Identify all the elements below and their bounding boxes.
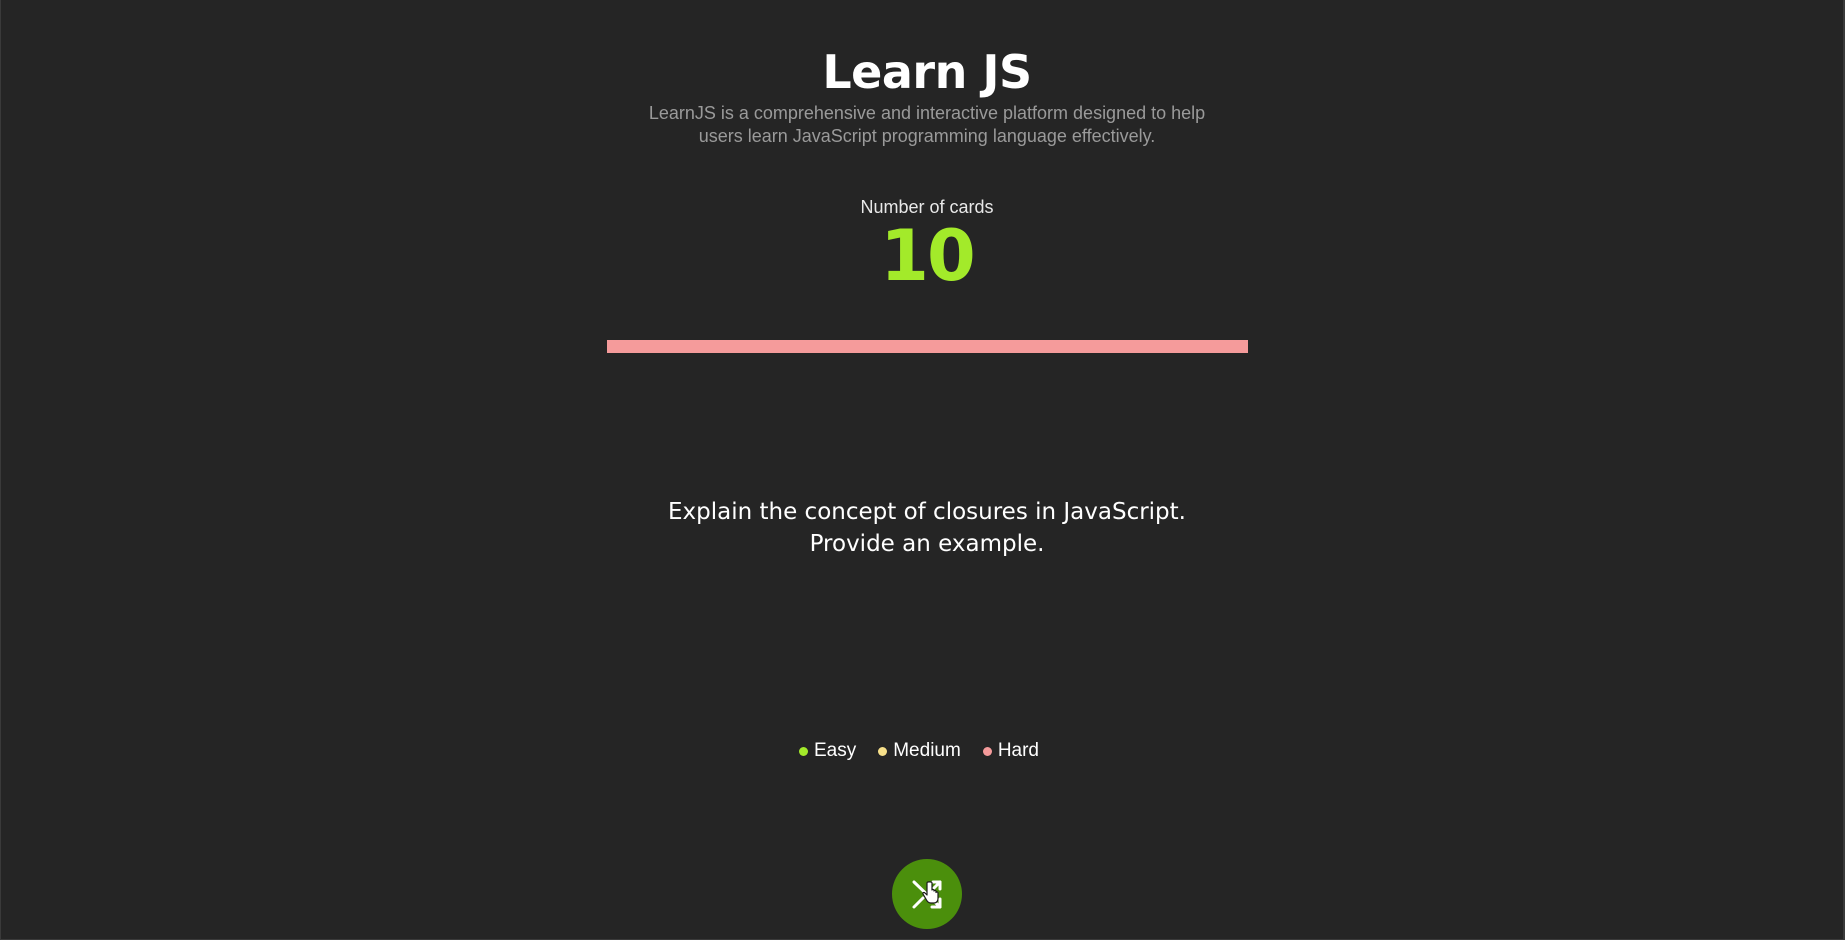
difficulty-progress-bar bbox=[607, 340, 1248, 353]
page-subtitle: LearnJS is a comprehensive and interacti… bbox=[648, 103, 1206, 146]
medium-dot-icon bbox=[878, 746, 888, 756]
card-counter: Number of cards 10 bbox=[0, 196, 1845, 296]
legend-item-hard: Hard bbox=[982, 740, 1039, 762]
flashcard-question[interactable]: Explain the concept of closures in JavaS… bbox=[0, 496, 1845, 560]
hard-dot-icon bbox=[982, 746, 992, 756]
legend-label-easy: Easy bbox=[813, 740, 857, 761]
shuffle-icon bbox=[912, 880, 942, 909]
difficulty-legend: Easy Medium Hard bbox=[0, 740, 1838, 762]
difficulty-progress-fill bbox=[607, 340, 1248, 353]
easy-dot-icon bbox=[798, 746, 808, 756]
shuffle-button[interactable] bbox=[892, 859, 962, 929]
page: Learn JS LearnJS is a comprehensive and … bbox=[0, 0, 1845, 940]
header: Learn JS LearnJS is a comprehensive and … bbox=[0, 44, 1845, 148]
legend-item-medium: Medium bbox=[878, 740, 961, 762]
legend-label-medium: Medium bbox=[893, 740, 961, 761]
question-line-1: Explain the concept of closures in JavaS… bbox=[667, 499, 1186, 525]
legend-label-hard: Hard bbox=[997, 740, 1039, 761]
card-counter-value: 10 bbox=[880, 215, 975, 297]
question-line-2: Provide an example. bbox=[809, 531, 1045, 557]
legend-item-easy: Easy bbox=[798, 740, 857, 762]
page-title: Learn JS bbox=[822, 45, 1032, 99]
